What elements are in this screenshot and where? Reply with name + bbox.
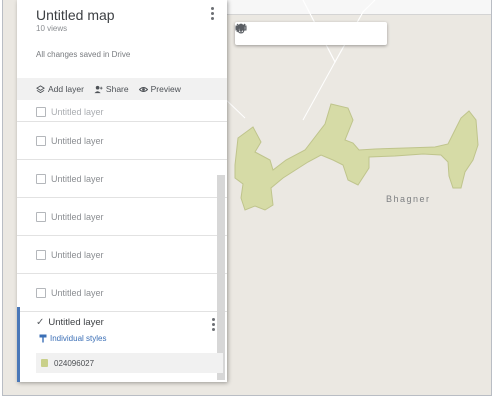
layer-item[interactable]: Untitled layer <box>17 236 227 274</box>
add-layer-icon <box>36 84 45 93</box>
preview-button[interactable]: Preview <box>138 84 181 94</box>
individual-styles-label: Individual styles <box>50 334 107 343</box>
redo-icon[interactable] <box>238 24 277 44</box>
add-person-icon <box>94 85 103 93</box>
layer-checkbox[interactable] <box>36 107 46 117</box>
layer-label: Untitled layer <box>51 173 104 184</box>
layer-checkbox[interactable] <box>36 211 46 222</box>
place-label: Bhagner <box>386 194 431 204</box>
layer-checkbox[interactable] <box>36 249 46 260</box>
more-options-icon[interactable] <box>211 7 215 22</box>
layer-item[interactable]: Untitled layer <box>17 198 227 236</box>
paint-roller-icon <box>39 334 47 343</box>
share-label: Share <box>105 84 129 94</box>
individual-styles-link[interactable]: Individual styles <box>36 334 227 343</box>
eye-icon <box>138 86 148 92</box>
feature-row[interactable]: 024096027 <box>36 353 223 373</box>
layer-label: Untitled layer <box>51 249 104 260</box>
layer-label: Untitled layer <box>51 135 104 146</box>
layer-checkbox[interactable] <box>36 287 46 298</box>
app-window: Bhagner Untitled map 10 views All change… <box>2 0 492 396</box>
map-polygon <box>234 103 479 211</box>
layer-checkbox[interactable] <box>36 173 46 184</box>
view-count: 10 views <box>36 24 68 33</box>
checkmark-icon[interactable]: ✓ <box>36 317 44 328</box>
panel-actions: Add layer Share Preview <box>17 78 227 100</box>
route-icon[interactable] <box>236 23 353 44</box>
save-status: All changes saved in Drive <box>36 50 131 59</box>
map-toolbar <box>235 22 387 45</box>
panel-header: Untitled map 10 views All changes saved … <box>17 0 227 72</box>
layer-item[interactable]: Untitled layer <box>17 100 227 122</box>
layer-label: Untitled layer <box>51 211 104 222</box>
hand-icon[interactable] <box>237 24 296 44</box>
layer-options-icon[interactable] <box>212 318 215 333</box>
layer-checkbox[interactable] <box>36 135 46 146</box>
map-title[interactable]: Untitled map <box>36 7 215 23</box>
layer-list: Untitled layer Untitled layer Untitled l… <box>17 100 227 312</box>
marker-icon[interactable] <box>238 23 315 44</box>
layers-panel: Untitled map 10 views All changes saved … <box>17 0 227 382</box>
draw-line-icon[interactable] <box>236 23 334 44</box>
layer-label: Untitled layer <box>51 107 104 117</box>
share-button[interactable]: Share <box>94 84 129 94</box>
polygon-icon <box>41 359 48 367</box>
layer-label: Untitled layer <box>51 287 104 298</box>
ruler-icon[interactable] <box>235 24 372 44</box>
layer-item[interactable]: Untitled layer <box>17 122 227 160</box>
preview-label: Preview <box>150 84 181 94</box>
add-layer-button[interactable]: Add layer <box>36 84 84 94</box>
active-layer-label[interactable]: Untitled layer <box>48 317 103 328</box>
feature-label: 024096027 <box>54 358 95 368</box>
layer-item[interactable]: Untitled layer <box>17 160 227 198</box>
add-layer-label: Add layer <box>48 84 84 94</box>
active-layer[interactable]: ✓ Untitled layer Individual styles 02409… <box>17 307 227 382</box>
